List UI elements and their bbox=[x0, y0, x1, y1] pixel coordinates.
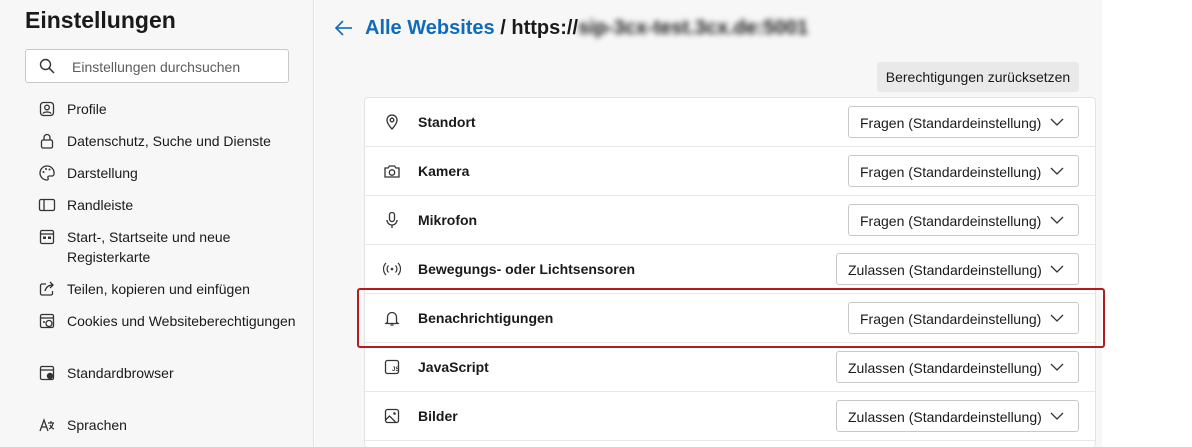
chevron-down-icon bbox=[1050, 118, 1064, 126]
permission-select-value: Zulassen (Standardeinstellung) bbox=[848, 262, 1042, 278]
sidebar-item-sidebar[interactable]: Randleiste bbox=[38, 195, 298, 215]
permission-select-value: Fragen (Standardeinstellung) bbox=[860, 164, 1042, 180]
breadcrumb: Alle Websites / https://sip-3cx-test.3cx… bbox=[365, 17, 808, 40]
sidebar-item-label: Datenschutz, Suche und Dienste bbox=[67, 133, 271, 149]
location-icon bbox=[386, 114, 398, 130]
palette-icon bbox=[39, 165, 55, 181]
chevron-down-icon bbox=[1050, 216, 1064, 224]
camera-icon bbox=[384, 165, 400, 178]
sidebar-item-languages[interactable]: Sprachen bbox=[38, 415, 298, 435]
permission-select-value: Zulassen (Standardeinstellung) bbox=[848, 360, 1042, 376]
permission-name: Bewegungs- oder Lichtsensoren bbox=[418, 261, 636, 277]
svg-text:JS: JS bbox=[392, 367, 399, 373]
permissions-card: Standort Fragen (Standardeinstellung) Ka… bbox=[364, 97, 1096, 447]
sidebar-item-label: Randleiste bbox=[67, 197, 134, 213]
home-icon bbox=[39, 229, 55, 245]
permission-name: Standort bbox=[418, 114, 476, 130]
permission-name: Mikrofon bbox=[418, 212, 478, 228]
profile-icon bbox=[39, 101, 55, 117]
permission-select[interactable]: Fragen (Standardeinstellung) bbox=[848, 106, 1079, 138]
notifications-highlight-frame bbox=[357, 288, 1105, 348]
permission-row-images: Bilder Zulassen (Standardeinstellung) bbox=[365, 392, 1095, 441]
sidebar-item-default-browser[interactable]: Standardbrowser bbox=[38, 363, 298, 383]
permission-name: Bilder bbox=[418, 408, 458, 424]
site-url-blurred: sip-3cx-test.3cx.de:5001 bbox=[578, 17, 809, 39]
language-icon bbox=[39, 418, 55, 432]
search-placeholder: Einstellungen durchsuchen bbox=[72, 59, 241, 75]
reset-permissions-button[interactable]: Berechtigungen zurücksetzen bbox=[877, 62, 1079, 92]
right-margin bbox=[1102, 0, 1192, 447]
sidebar-icon bbox=[38, 198, 56, 212]
permission-row-camera: Kamera Fragen (Standardeinstellung) bbox=[365, 147, 1095, 196]
sidebar-item-cookies-permissions[interactable]: Cookies und Websiteberechtigungen bbox=[38, 311, 298, 331]
lock-icon bbox=[40, 133, 54, 149]
permission-row-microphone: Mikrofon Fragen (Standardeinstellung) bbox=[365, 196, 1095, 245]
cookie-icon bbox=[39, 313, 55, 329]
permission-name: Kamera bbox=[418, 163, 470, 179]
sidebar-item-label: Teilen, kopieren und einfügen bbox=[67, 281, 250, 297]
back-arrow-icon[interactable] bbox=[333, 18, 355, 38]
permission-select-value: Fragen (Standardeinstellung) bbox=[860, 115, 1042, 131]
sidebar-item-appearance[interactable]: Darstellung bbox=[38, 163, 298, 183]
permission-select[interactable]: Fragen (Standardeinstellung) bbox=[848, 204, 1079, 236]
chevron-down-icon bbox=[1050, 412, 1064, 420]
sidebar-item-label: Start-, Startseite und neue Registerkart… bbox=[67, 229, 231, 265]
chevron-down-icon bbox=[1050, 363, 1064, 371]
permission-row-javascript: JS JavaScript Zulassen (Standardeinstell… bbox=[365, 343, 1095, 392]
sidebar-item-start-home-newtab[interactable]: Start-, Startseite und neue Registerkart… bbox=[38, 227, 298, 267]
permission-select[interactable]: Zulassen (Standardeinstellung) bbox=[836, 400, 1079, 432]
search-icon bbox=[39, 58, 55, 74]
permission-select[interactable]: Zulassen (Standardeinstellung) bbox=[836, 351, 1079, 383]
sidebar-item-profile[interactable]: Profile bbox=[38, 99, 298, 119]
sidebar-item-privacy[interactable]: Datenschutz, Suche und Dienste bbox=[38, 131, 298, 151]
sensor-icon bbox=[383, 262, 401, 276]
chevron-down-icon bbox=[1050, 265, 1064, 273]
sidebar-title: Einstellungen bbox=[25, 7, 176, 33]
settings-sidebar: Einstellungen Einstellungen durchsuchen … bbox=[0, 0, 314, 447]
permission-row-motion-sensors: Bewegungs- oder Lichtsensoren Zulassen (… bbox=[365, 245, 1095, 294]
permission-select[interactable]: Zulassen (Standardeinstellung) bbox=[836, 253, 1079, 285]
breadcrumb-all-sites-link[interactable]: Alle Websites bbox=[365, 17, 495, 39]
javascript-icon: JS bbox=[384, 359, 399, 375]
permission-select[interactable]: Fragen (Standardeinstellung) bbox=[848, 155, 1079, 187]
sidebar-item-label: Cookies und Websiteberechtigungen bbox=[67, 313, 296, 329]
permission-row-location: Standort Fragen (Standardeinstellung) bbox=[365, 98, 1095, 147]
image-icon bbox=[384, 408, 400, 424]
sidebar-item-share-copy-paste[interactable]: Teilen, kopieren und einfügen bbox=[38, 279, 298, 299]
permission-select-value: Fragen (Standardeinstellung) bbox=[860, 213, 1042, 229]
breadcrumb-separator: / bbox=[494, 17, 512, 39]
site-url-prefix: https:// bbox=[511, 17, 579, 39]
sidebar-item-label: Standardbrowser bbox=[67, 365, 174, 381]
sidebar-item-label: Profile bbox=[67, 101, 107, 117]
chevron-down-icon bbox=[1050, 167, 1064, 175]
browser-icon bbox=[39, 365, 55, 381]
sidebar-item-label: Sprachen bbox=[67, 417, 127, 433]
sidebar-item-label: Darstellung bbox=[67, 165, 138, 181]
permission-name: JavaScript bbox=[418, 359, 489, 375]
permission-select-value: Zulassen (Standardeinstellung) bbox=[848, 409, 1042, 425]
settings-search-input[interactable]: Einstellungen durchsuchen bbox=[25, 49, 289, 83]
share-icon bbox=[39, 281, 54, 296]
microphone-icon bbox=[386, 211, 398, 228]
